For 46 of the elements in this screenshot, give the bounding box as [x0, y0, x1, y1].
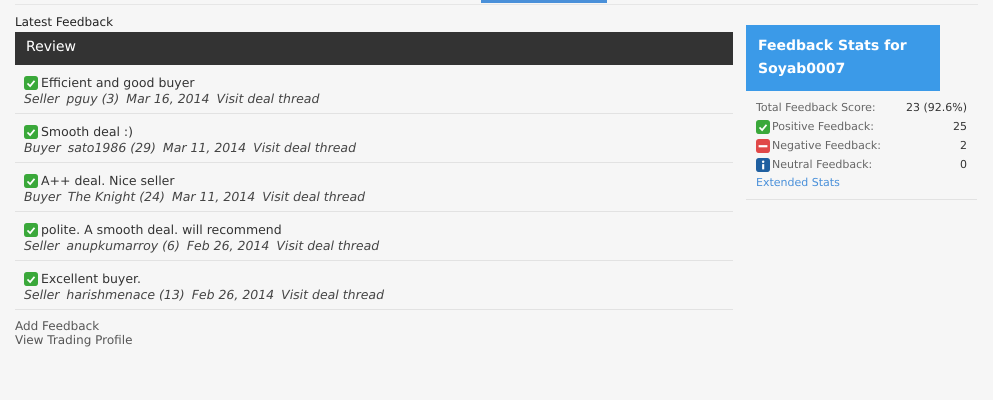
deal-thread-link[interactable]: Visit deal thread: [276, 238, 380, 253]
check-icon: [24, 174, 38, 188]
user-link[interactable]: The Knight (24): [68, 189, 165, 204]
feedback-role: Seller: [24, 91, 60, 106]
feedback-comment: polite. A smooth deal. will recommend: [41, 222, 282, 237]
check-icon: [24, 222, 38, 236]
feedback-role: Buyer: [24, 189, 61, 204]
feedback-comment: Smooth deal :): [41, 124, 134, 139]
minus-icon: [756, 138, 770, 152]
user-link[interactable]: sato1986 (29): [68, 140, 156, 155]
check-icon: [24, 272, 38, 286]
feedback-comment: Efficient and good buyer: [41, 75, 195, 90]
stat-label: Neutral Feedback:: [772, 157, 872, 173]
action-link[interactable]: Add Feedback: [15, 319, 100, 333]
stat-value: 0: [960, 157, 967, 173]
table-header: Review: [15, 32, 733, 65]
stat-label: Positive Feedback:: [772, 119, 874, 135]
user-link[interactable]: anupkumarroy (6): [66, 238, 180, 253]
stats-title: Feedback Stats for Soyab0007: [746, 25, 940, 91]
action-link[interactable]: View Trading Profile: [15, 333, 132, 347]
feedback-comment: Excellent buyer.: [41, 271, 141, 286]
user-link[interactable]: harishmenace (13): [66, 287, 185, 302]
stat-label: Total Feedback Score:: [756, 100, 876, 116]
deal-thread-link[interactable]: Visit deal thread: [262, 189, 366, 204]
user-link[interactable]: pguy (3): [66, 91, 120, 106]
feedback-date: Mar 16, 2014: [126, 91, 210, 106]
feedback-role: Buyer: [24, 140, 61, 155]
feedback-role: Seller: [24, 287, 60, 302]
stat-value: 23 (92.6%): [906, 100, 967, 116]
stat-label: Negative Feedback:: [772, 138, 881, 154]
deal-thread-link[interactable]: Visit deal thread: [253, 140, 356, 155]
deal-thread-link[interactable]: Visit deal thread: [281, 287, 384, 302]
deal-thread-link[interactable]: Visit deal thread: [216, 91, 320, 106]
feedback-comment: A++ deal. Nice seller: [41, 173, 175, 188]
stat-value: 25: [953, 119, 967, 135]
feedback-date: Mar 11, 2014: [162, 140, 246, 155]
check-icon: [756, 120, 770, 134]
section-title: Latest Feedback: [15, 14, 114, 31]
check-icon: [24, 124, 38, 138]
feedback-date: Feb 26, 2014: [186, 238, 270, 253]
check-icon: [24, 76, 38, 90]
stat-value: 2: [960, 138, 967, 154]
feedback-date: Feb 26, 2014: [192, 287, 274, 302]
feedback-date: Mar 11, 2014: [172, 189, 256, 204]
feedback-role: Seller: [24, 238, 60, 253]
info-icon: [756, 158, 770, 172]
